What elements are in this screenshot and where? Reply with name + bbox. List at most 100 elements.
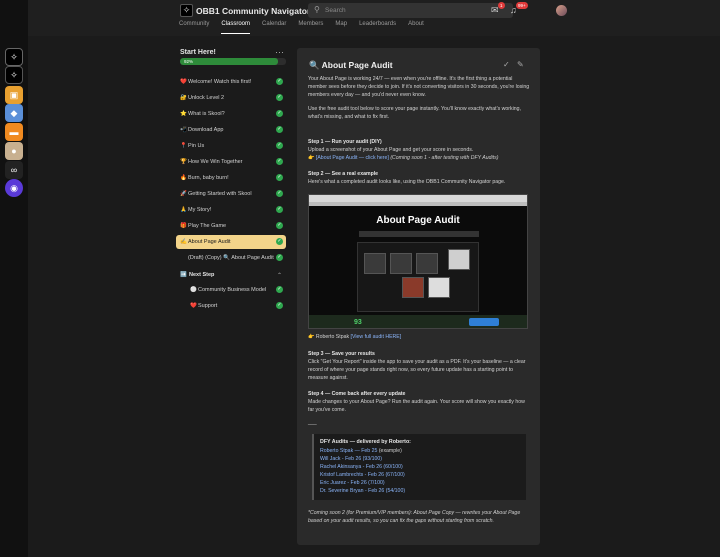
dfy-audit-link[interactable]: Kristof Lambrechts - Feb 26 (67/100)	[320, 472, 405, 478]
rail-app-6[interactable]: ●	[5, 142, 23, 160]
lesson-item[interactable]: 🏆 How We Win Together ✓	[176, 155, 286, 169]
lesson-label: About Page Audit	[188, 239, 231, 245]
tab-calendar[interactable]: Calendar	[262, 21, 286, 34]
course-sidebar: Start Here! ⋯ 92% ❤️ Welcome! Watch this …	[170, 45, 290, 545]
tab-classroom[interactable]: Classroom	[221, 21, 251, 34]
dfy-audit-row[interactable]: Roberto Stpak — Feb 25 (example)	[320, 448, 402, 454]
community-rail: ✧ ✧ ▣ ◆ ▬ ● ∞ ◉	[0, 0, 28, 557]
lesson-label: Unlock Level 2	[188, 95, 225, 101]
notification-badge: 99+	[516, 2, 528, 9]
step4-title: Step 4 — Come back after every update	[308, 391, 406, 397]
step1-note: (Coming soon 1 - after testing with DFY …	[390, 154, 499, 161]
rail-app-4[interactable]: ◆	[5, 104, 23, 122]
lesson-item[interactable]: 🚀 Getting Started with Skool ✓	[176, 187, 286, 201]
edit-icon[interactable]: ✎	[517, 60, 524, 69]
step4-text: Made changes to your About Page? Run the…	[308, 398, 525, 413]
more-options-icon[interactable]: ⋯	[275, 47, 284, 58]
tab-about[interactable]: About	[408, 21, 424, 34]
full-audit-link[interactable]: [View full audit HERE]	[351, 334, 402, 340]
lesson-label: Community Business Model	[198, 287, 267, 293]
community-logo-icon[interactable]: ✧	[180, 4, 193, 17]
dfy-audit-link[interactable]: Will Jack - Feb 26 (93/100)	[320, 456, 382, 462]
step1-block: Step 1 — Run your audit (DIY) Upload a s…	[308, 139, 499, 161]
lesson-item[interactable]: ✍️ About Page Audit ✓	[176, 235, 286, 249]
lesson-label: My Story!	[188, 207, 212, 213]
dfy-audit-row[interactable]: Kristof Lambrechts - Feb 26 (67/100)	[320, 472, 405, 478]
complete-check-icon: ✓	[276, 222, 283, 229]
rail-app-8[interactable]: ◉	[5, 179, 23, 197]
dfy-audit-link[interactable]: Dr. Severine Bryan - Feb 26 (54/100)	[320, 488, 405, 494]
lesson-emoji-icon: ❤️	[190, 303, 197, 309]
tab-members[interactable]: Members	[298, 21, 323, 34]
lesson-item[interactable]: (Draft) (Copy) 🔍 About Page Audit ✓	[176, 251, 286, 265]
lesson-item[interactable]: ⚪ Community Business Model ✓	[176, 283, 286, 297]
tab-leaderboards[interactable]: Leaderboards	[359, 21, 396, 34]
dfy-audit-link[interactable]: Eric Juarez - Feb 26 (7/100)	[320, 480, 385, 486]
lesson-emoji-icon: 📲	[180, 127, 187, 133]
lesson-emoji-icon: 🚀	[180, 191, 187, 197]
lesson-content: 🔍 About Page Audit ✓ ✎ Your About Page i…	[297, 48, 540, 545]
section-next-step[interactable]: ➡️ Next Step ⌃	[176, 269, 286, 281]
lesson-item[interactable]: ⭐ What is Skool? ✓	[176, 107, 286, 121]
lesson-label: Download App	[188, 127, 224, 133]
image-report-button	[469, 318, 499, 326]
lesson-label: Getting Started with Skool	[188, 191, 252, 197]
complete-check-icon: ✓	[276, 126, 283, 133]
audit-example-image[interactable]: About Page Audit 93	[308, 194, 528, 329]
dfy-audit-link[interactable]: Rachel Akinsanya - Feb 26 (60/100)	[320, 464, 403, 470]
lesson-emoji-icon: 🔥	[180, 175, 187, 181]
dfy-audit-row[interactable]: Eric Juarez - Feb 26 (7/100)	[320, 480, 385, 486]
complete-check-icon: ✓	[276, 190, 283, 197]
tab-map[interactable]: Map	[335, 21, 347, 34]
lesson-label: Burn, baby burn!	[188, 175, 229, 181]
user-avatar[interactable]	[556, 5, 567, 16]
browser-toolbar	[309, 195, 527, 202]
intro-paragraph-2: Use the free audit tool below to score y…	[308, 106, 521, 120]
rail-app-7[interactable]: ∞	[5, 161, 23, 179]
lesson-label: Support	[198, 303, 218, 309]
chat-badge: 1	[498, 2, 505, 9]
dfy-audit-note: (example)	[377, 448, 402, 454]
dfy-audit-row[interactable]: Will Jack - Feb 26 (93/100)	[320, 456, 382, 462]
lesson-item[interactable]: 📍 Pin Us ✓	[176, 139, 286, 153]
lesson-emoji-icon: ⭐	[180, 111, 187, 117]
rail-app-obb1[interactable]: ✧	[5, 48, 23, 66]
audit-link[interactable]: [About Page Audit — click here]	[316, 155, 389, 161]
chevron-up-icon[interactable]: ⌃	[277, 272, 282, 279]
lesson-item[interactable]: ❤️ Welcome! Watch this first! ✓	[176, 75, 286, 89]
lesson-emoji-icon: 🎁	[180, 223, 187, 229]
mark-complete-icon[interactable]: ✓	[503, 60, 510, 69]
rail-app-3[interactable]: ▣	[5, 86, 23, 104]
lesson-item[interactable]: 🔐 Unlock Level 2 ✓	[176, 91, 286, 105]
lesson-label: How We Win Together	[188, 159, 243, 165]
search-bar[interactable]: ⚲	[308, 3, 513, 18]
step2-title: Step 2 — See a real example	[308, 171, 379, 177]
progress-label: 92%	[184, 59, 194, 64]
lesson-emoji-icon: 🏆	[180, 159, 187, 165]
dfy-audit-row[interactable]: Rachel Akinsanya - Feb 26 (60/100)	[320, 464, 403, 470]
lesson-label: Pin Us	[188, 143, 205, 149]
dfy-audit-row[interactable]: Dr. Severine Bryan - Feb 26 (54/100)	[320, 488, 405, 494]
complete-check-icon: ✓	[276, 110, 283, 117]
image-card	[402, 277, 424, 298]
search-input[interactable]	[325, 4, 505, 17]
community-tabs: Community Classroom Calendar Members Map…	[179, 21, 424, 34]
dfy-audit-link[interactable]: Roberto Stpak — Feb 25	[320, 448, 377, 454]
tab-community[interactable]: Community	[179, 21, 209, 34]
lesson-label: (Draft) (Copy) 🔍 About Page Audit	[188, 255, 274, 261]
lesson-item[interactable]: 🔥 Burn, baby burn! ✓	[176, 171, 286, 185]
rail-app-5[interactable]: ▬	[5, 123, 23, 141]
lesson-item[interactable]: 📲 Download App ✓	[176, 123, 286, 137]
image-card	[448, 249, 470, 270]
browser-bookmarks	[309, 202, 527, 206]
lesson-title: 🔍 About Page Audit	[309, 60, 393, 70]
rail-app-2[interactable]: ✧	[5, 66, 23, 84]
image-subtitle	[359, 231, 479, 237]
divider: ___	[308, 420, 317, 426]
lesson-item[interactable]: 🙏 My Story! ✓	[176, 203, 286, 217]
lesson-item[interactable]: 🎁 Play The Game ✓	[176, 219, 286, 233]
lesson-item[interactable]: ❤️ Support ✓	[176, 299, 286, 313]
search-icon: ⚲	[314, 5, 320, 14]
intro-paragraph: Your About Page is working 24/7 — even w…	[308, 76, 530, 98]
dfy-title: DFY Audits — delivered by Roberto:	[320, 439, 411, 445]
